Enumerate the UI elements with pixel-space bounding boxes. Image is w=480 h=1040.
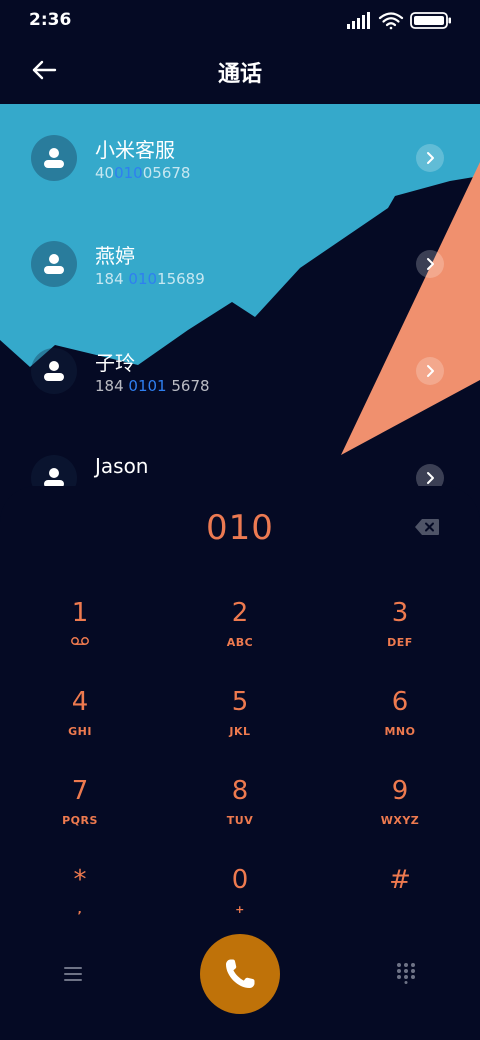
contact-name: 燕婷 bbox=[95, 244, 135, 268]
key-6[interactable]: 6 MNO bbox=[325, 677, 475, 757]
contact-row[interactable]: 燕婷 184 01015689 bbox=[0, 210, 480, 310]
contact-name: Jason bbox=[95, 454, 149, 478]
backspace-icon bbox=[415, 519, 439, 535]
key-1[interactable]: 1 bbox=[5, 588, 155, 668]
key-4[interactable]: 4 GHI bbox=[5, 677, 155, 757]
avatar bbox=[31, 348, 77, 394]
contact-row[interactable]: Jason bbox=[0, 424, 480, 494]
person-icon bbox=[44, 254, 64, 274]
menu-icon bbox=[64, 967, 82, 981]
contact-row[interactable]: 小米客服 4001005678 bbox=[0, 104, 480, 204]
contact-list: 小米客服 4001005678 燕婷 184 01015689 子玲 184 0… bbox=[0, 104, 480, 494]
dialer-bottom-bar bbox=[0, 932, 480, 1022]
signal-icon bbox=[347, 12, 370, 29]
backspace-button[interactable] bbox=[414, 518, 440, 536]
header: 通话 bbox=[0, 44, 480, 96]
phone-icon bbox=[226, 959, 255, 988]
voicemail-icon bbox=[71, 637, 89, 645]
contact-name: 子玲 bbox=[95, 351, 135, 375]
dialer-panel: 010 1 2 ABC 3 DEF 4 GHI 5 JKL 6 MNO 7 PQ… bbox=[0, 486, 480, 1040]
call-button[interactable] bbox=[200, 934, 280, 1014]
avatar bbox=[31, 135, 77, 181]
key-7[interactable]: 7 PQRS bbox=[5, 766, 155, 846]
dialpad-toggle-button[interactable] bbox=[396, 962, 416, 984]
menu-button[interactable] bbox=[62, 964, 84, 984]
wifi-icon bbox=[378, 12, 404, 30]
key-8[interactable]: 8 TUV bbox=[165, 766, 315, 846]
person-icon bbox=[44, 361, 64, 381]
chevron-right-icon bbox=[427, 258, 434, 270]
status-icons bbox=[347, 12, 451, 30]
contact-number: 184 01015689 bbox=[95, 270, 205, 288]
contact-number: 4001005678 bbox=[95, 164, 191, 182]
contact-number: 184 0101 5678 bbox=[95, 377, 210, 395]
contact-details-button[interactable] bbox=[416, 144, 444, 172]
page-title: 通话 bbox=[217, 62, 262, 87]
contact-details-button[interactable] bbox=[416, 250, 444, 278]
contact-name: 小米客服 bbox=[95, 138, 175, 162]
avatar bbox=[31, 241, 77, 287]
key-3[interactable]: 3 DEF bbox=[325, 588, 475, 668]
key-hash[interactable]: # bbox=[325, 855, 475, 935]
key-star[interactable]: * , bbox=[5, 855, 155, 935]
chevron-right-icon bbox=[427, 152, 434, 164]
key-0[interactable]: 0 + bbox=[165, 855, 315, 935]
key-9[interactable]: 9 WXYZ bbox=[325, 766, 475, 846]
dialed-number: 010 bbox=[206, 508, 274, 548]
dialpad-icon bbox=[397, 963, 415, 984]
status-time: 2:36 bbox=[29, 10, 72, 30]
contact-details-button[interactable] bbox=[416, 357, 444, 385]
person-icon bbox=[44, 148, 64, 168]
status-bar: 2:36 bbox=[0, 0, 480, 40]
battery-icon bbox=[410, 12, 451, 29]
key-2[interactable]: 2 ABC bbox=[165, 588, 315, 668]
contact-row[interactable]: 子玲 184 0101 5678 bbox=[0, 317, 480, 417]
key-5[interactable]: 5 JKL bbox=[165, 677, 315, 757]
chevron-right-icon bbox=[427, 365, 434, 377]
